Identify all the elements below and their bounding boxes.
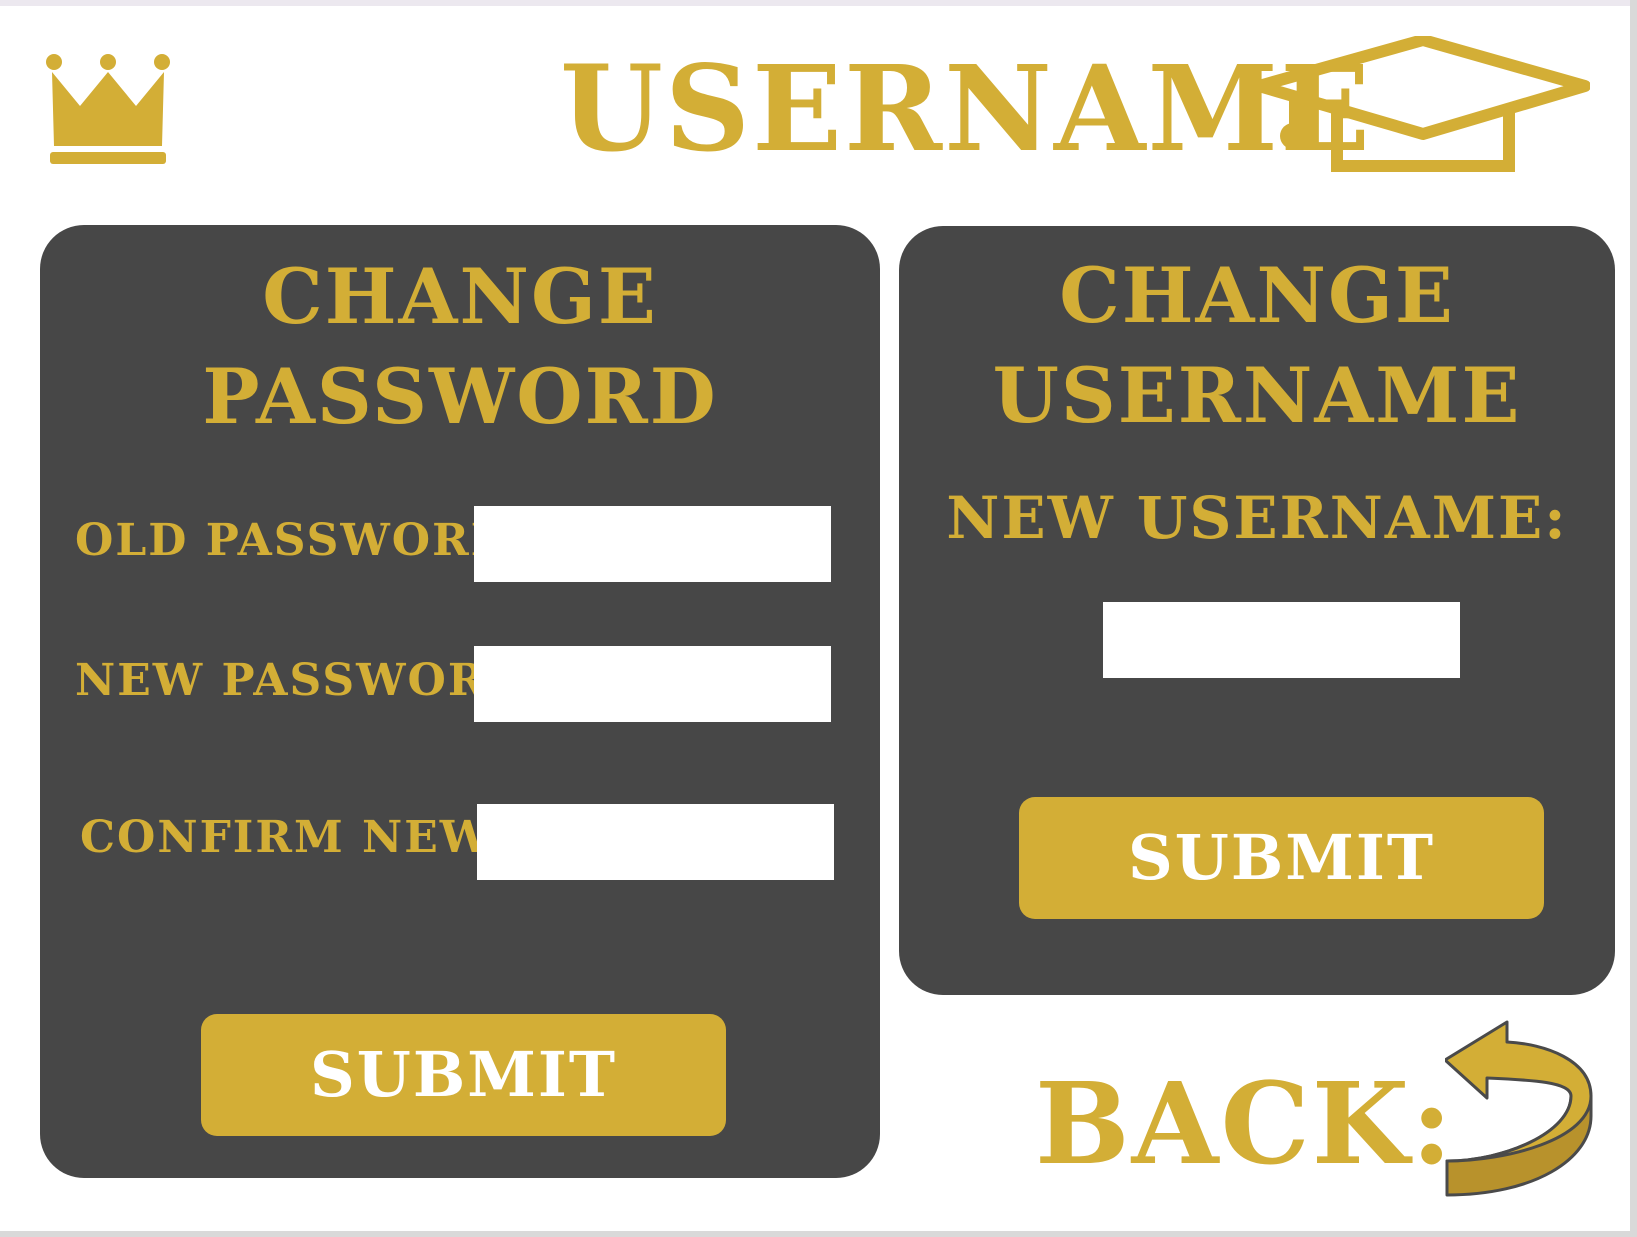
change-password-panel: CHANGE PASSWORD OLD PASSWORD: NEW PASSWO… bbox=[40, 225, 880, 1178]
new-password-input[interactable] bbox=[474, 646, 831, 722]
change-password-title-line2: PASSWORD bbox=[202, 352, 718, 441]
page-title: USERNAME bbox=[560, 39, 1373, 178]
change-password-title-line1: CHANGE bbox=[262, 252, 658, 341]
window-top-edge bbox=[0, 0, 1637, 6]
back-arrow-icon[interactable] bbox=[1445, 1020, 1595, 1210]
window-bottom-edge bbox=[0, 1231, 1637, 1237]
confirm-new-input[interactable] bbox=[477, 804, 834, 880]
crown-icon[interactable] bbox=[44, 50, 172, 168]
old-password-label: OLD PASSWORD: bbox=[75, 515, 530, 566]
confirm-new-label: CONFIRM NEW: bbox=[80, 812, 507, 863]
window-right-edge bbox=[1630, 0, 1637, 1237]
change-username-panel: CHANGE USERNAME NEW USERNAME: SUBMIT bbox=[899, 226, 1615, 995]
graduation-cap-icon bbox=[1255, 36, 1590, 172]
new-username-label: NEW USERNAME: bbox=[946, 484, 1568, 552]
change-username-submit-button[interactable]: SUBMIT bbox=[1019, 797, 1544, 919]
back-label: BACK: bbox=[1035, 1059, 1455, 1190]
change-username-title-line2: USERNAME bbox=[992, 351, 1522, 440]
change-username-title-line1: CHANGE bbox=[1059, 251, 1455, 340]
change-password-submit-button[interactable]: SUBMIT bbox=[201, 1014, 726, 1136]
old-password-input[interactable] bbox=[474, 506, 831, 582]
new-username-input[interactable] bbox=[1103, 602, 1460, 678]
